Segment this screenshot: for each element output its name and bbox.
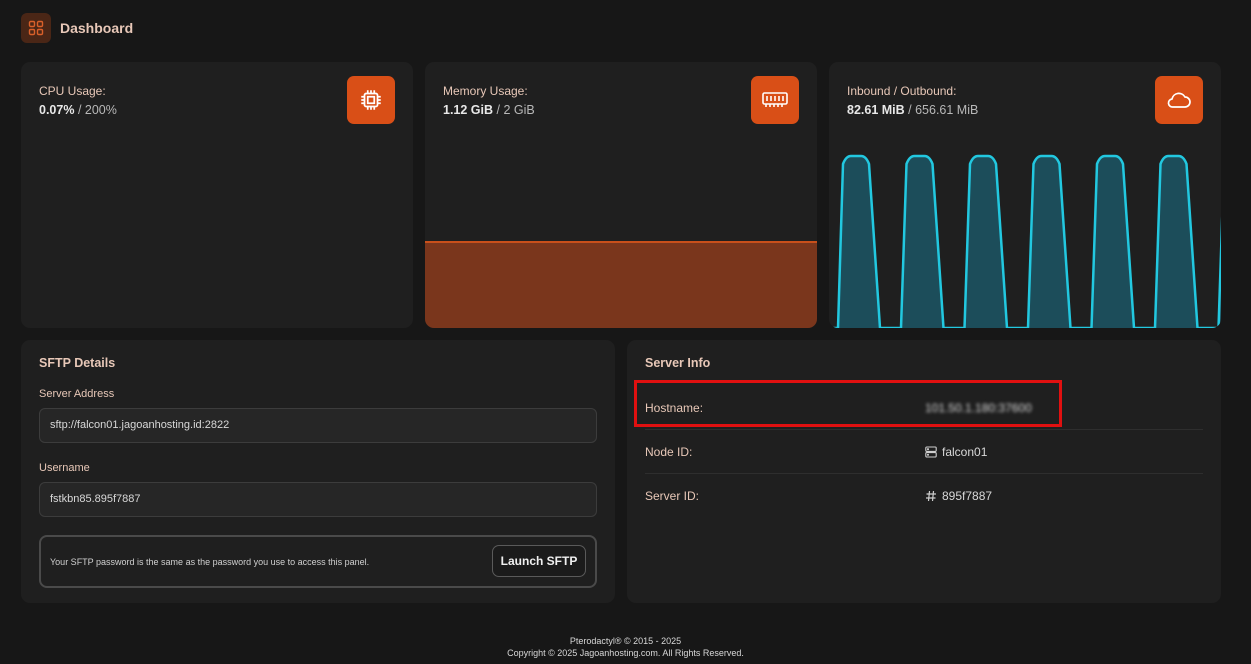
cpu-usage-card: CPU Usage: 0.07% / 200%	[21, 62, 413, 328]
node-id-value: falcon01	[925, 445, 987, 459]
username-field[interactable]: fstkbn85.895f7887	[39, 482, 597, 517]
cpu-usage-label: CPU Usage:	[39, 84, 106, 98]
grid-icon[interactable]	[21, 13, 51, 43]
server-info-title: Server Info	[645, 356, 711, 370]
server-id-value: 895f7887	[925, 489, 992, 503]
server-icon	[925, 446, 937, 458]
page-title: Dashboard	[60, 20, 134, 36]
sftp-details-title: SFTP Details	[39, 356, 116, 370]
server-id-key: Server ID:	[645, 489, 700, 503]
memory-usage-card: Memory Usage: 1.12 GiB / 2 GiB	[425, 62, 817, 328]
network-usage-label: Inbound / Outbound:	[847, 84, 957, 98]
cloud-icon	[1155, 76, 1203, 124]
node-id-text: falcon01	[942, 445, 988, 459]
page-footer: Pterodactyl® © 2015 - 2025 Copyright © 2…	[0, 635, 1251, 659]
username-label: Username	[39, 462, 90, 474]
network-usage-graph	[829, 154, 1221, 328]
sftp-details-card: SFTP Details Server Address sftp://falco…	[21, 340, 615, 603]
node-id-row: Node ID: falcon01	[645, 430, 1203, 474]
cpu-usage-value: 0.07% / 200%	[39, 103, 117, 117]
memory-usage-graph	[425, 241, 817, 328]
sftp-notice-text: Your SFTP password is the same as the pa…	[50, 557, 370, 567]
cpu-chip-icon	[347, 76, 395, 124]
sftp-notice: Your SFTP password is the same as the pa…	[39, 535, 597, 588]
page-header: Dashboard	[21, 13, 133, 43]
hash-icon	[926, 490, 936, 502]
hostname-highlight	[634, 380, 1062, 427]
launch-sftp-button[interactable]: Launch SFTP	[492, 545, 586, 577]
footer-line-1: Pterodactyl® © 2015 - 2025	[569, 636, 682, 646]
server-address-label: Server Address	[39, 388, 115, 400]
server-address-field[interactable]: sftp://falcon01.jagoanhosting.id:2822	[39, 408, 597, 443]
memory-usage-label: Memory Usage:	[443, 84, 528, 98]
node-id-key: Node ID:	[645, 445, 693, 459]
network-usage-value: 82.61 MiB / 656.61 MiB	[847, 103, 979, 117]
memory-usage-value: 1.12 GiB / 2 GiB	[443, 103, 535, 117]
server-id-text: 895f7887	[942, 489, 993, 503]
footer-line-2: Copyright © 2025 Jagoanhosting.com. All …	[507, 648, 744, 658]
server-id-row: Server ID: 895f7887	[645, 474, 1203, 518]
network-usage-card: Inbound / Outbound: 82.61 MiB / 656.61 M…	[829, 62, 1221, 328]
memory-ram-icon	[751, 76, 799, 124]
